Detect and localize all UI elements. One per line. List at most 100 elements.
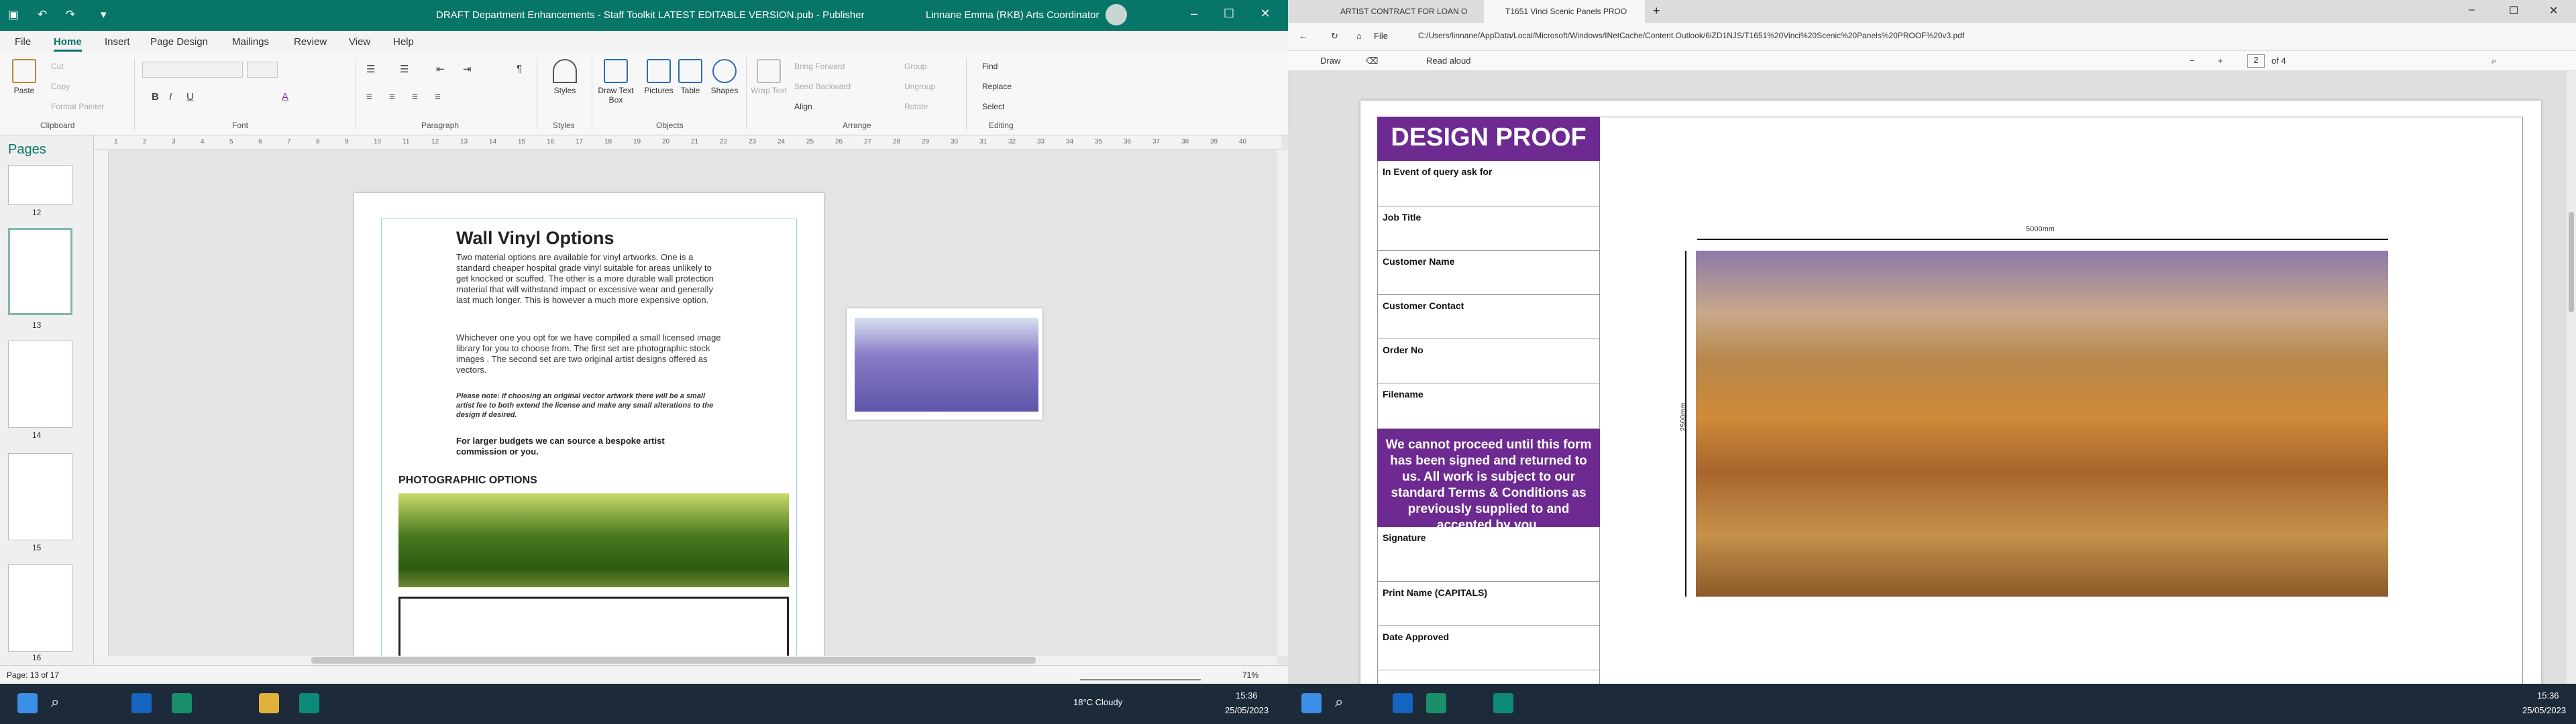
- wrap-text-button[interactable]: Wrap Text: [750, 59, 788, 95]
- url-field[interactable]: C:/Users/linnane/AppData/Local/Microsoft…: [1418, 31, 1964, 40]
- edge-icon[interactable]: [1426, 693, 1446, 713]
- numbering-icon[interactable]: ☰: [400, 63, 409, 75]
- browser-tab[interactable]: ARTIST CONTRACT FOR LOAN O: [1319, 0, 1480, 23]
- tab-mailings[interactable]: Mailings: [232, 36, 269, 48]
- show-formatting-icon[interactable]: ¶: [517, 63, 522, 74]
- tab-file[interactable]: File: [15, 36, 31, 48]
- select-button[interactable]: Select: [982, 102, 1004, 111]
- shapes-button[interactable]: Shapes: [707, 59, 742, 95]
- vertical-scrollbar[interactable]: [2567, 71, 2576, 684]
- zoom-level[interactable]: 71%: [1242, 670, 1258, 680]
- bring-forward-button[interactable]: Bring Forward: [794, 62, 845, 71]
- close-icon[interactable]: ✕: [1252, 7, 1279, 21]
- pictures-button[interactable]: Pictures: [639, 59, 679, 95]
- rotate-button[interactable]: Rotate: [904, 102, 928, 111]
- clock-time[interactable]: 15:36: [2537, 690, 2559, 701]
- page-thumbnail[interactable]: [8, 341, 72, 428]
- outlook-icon[interactable]: [131, 693, 152, 713]
- increase-indent-icon[interactable]: ⇥: [463, 63, 472, 75]
- redo-icon[interactable]: ↷: [66, 8, 75, 21]
- horizontal-scrollbar[interactable]: [94, 656, 1277, 665]
- empty-frame[interactable]: [398, 597, 789, 665]
- page-thumbnail[interactable]: [8, 165, 72, 205]
- tab-review[interactable]: Review: [294, 36, 327, 48]
- maximize-icon[interactable]: ☐: [1216, 7, 1242, 21]
- cut-button[interactable]: Cut: [51, 62, 64, 71]
- vertical-scrollbar[interactable]: [1277, 150, 1288, 656]
- draw-text-box-button[interactable]: Draw Text Box: [596, 59, 636, 105]
- table-button[interactable]: Table: [674, 59, 707, 95]
- font-color-icon[interactable]: A: [282, 91, 288, 103]
- zoom-slider[interactable]: [1080, 668, 1201, 680]
- doc-note[interactable]: Please note: if choosing an original vec…: [456, 391, 724, 420]
- tab-insert[interactable]: Insert: [105, 36, 130, 48]
- page-thumbnail[interactable]: [8, 564, 72, 652]
- avatar[interactable]: [1106, 4, 1127, 25]
- edge-icon[interactable]: [172, 693, 192, 713]
- page-number-field[interactable]: 2: [2247, 54, 2265, 68]
- lavender-image[interactable]: [855, 318, 1038, 412]
- font-name-field[interactable]: [142, 62, 243, 78]
- save-icon[interactable]: ▣: [8, 8, 19, 21]
- eraser-icon[interactable]: ⌫: [1366, 56, 1378, 66]
- back-icon[interactable]: ←: [1299, 31, 1307, 41]
- undo-icon[interactable]: ↶: [38, 8, 47, 21]
- search-icon[interactable]: ⌕: [51, 693, 71, 713]
- underline-icon[interactable]: U: [186, 91, 194, 103]
- refresh-icon[interactable]: ↻: [1331, 31, 1338, 42]
- tab-home[interactable]: Home: [54, 36, 82, 52]
- search-icon[interactable]: ⌕: [2491, 56, 2496, 66]
- customize-qat-icon[interactable]: ▾: [101, 8, 107, 21]
- send-backward-button[interactable]: Send Backward: [794, 82, 851, 91]
- scroll-thumb[interactable]: [2569, 212, 2574, 312]
- font-size-field[interactable]: [247, 62, 278, 78]
- minimize-icon[interactable]: –: [2469, 4, 2475, 16]
- new-tab-icon[interactable]: +: [1653, 4, 1660, 18]
- close-icon[interactable]: ✕: [2549, 4, 2558, 17]
- clock-date[interactable]: 25/05/2023: [2522, 705, 2566, 715]
- page-indicator[interactable]: Page: 13 of 17: [7, 670, 59, 680]
- start-icon[interactable]: [17, 693, 38, 713]
- group-button[interactable]: Group: [904, 62, 926, 71]
- draw-button[interactable]: Draw: [1320, 56, 1340, 66]
- outlook-icon[interactable]: [1393, 693, 1413, 713]
- align-right-icon[interactable]: ≡: [412, 91, 418, 103]
- bold-icon[interactable]: B: [152, 91, 159, 103]
- replace-button[interactable]: Replace: [982, 82, 1012, 91]
- italic-icon[interactable]: I: [169, 91, 172, 103]
- forest-photo[interactable]: [398, 493, 789, 587]
- publisher-icon[interactable]: [1493, 693, 1513, 713]
- find-button[interactable]: Find: [982, 62, 998, 71]
- weather[interactable]: 18°C Cloudy: [1073, 697, 1122, 707]
- minimize-icon[interactable]: –: [1181, 7, 1208, 21]
- copy-button[interactable]: Copy: [51, 82, 70, 91]
- doc-paragraph-2[interactable]: Whichever one you opt for we have compil…: [456, 333, 724, 375]
- bullets-icon[interactable]: ☰: [366, 63, 375, 75]
- zoom-out-icon[interactable]: −: [2190, 56, 2195, 66]
- scroll-thumb[interactable]: [311, 657, 1036, 664]
- clock-date[interactable]: 25/05/2023: [1225, 705, 1269, 715]
- tab-page-design[interactable]: Page Design: [150, 36, 208, 48]
- tab-help[interactable]: Help: [393, 36, 414, 48]
- doc-heading[interactable]: Wall Vinyl Options: [456, 228, 738, 249]
- align-button[interactable]: Align: [794, 102, 812, 111]
- format-painter-button[interactable]: Format Painter: [51, 102, 104, 111]
- decrease-indent-icon[interactable]: ⇤: [436, 63, 445, 75]
- home-icon[interactable]: ⌂: [1356, 31, 1362, 41]
- start-icon[interactable]: [1301, 693, 1322, 713]
- zoom-in-icon[interactable]: +: [2218, 56, 2223, 66]
- paste-button[interactable]: Paste: [8, 59, 40, 95]
- styles-button[interactable]: Styles: [545, 59, 585, 95]
- search-icon[interactable]: ⌕: [1335, 693, 1355, 713]
- page-thumbnail[interactable]: [8, 453, 72, 540]
- doc-paragraph-1[interactable]: Two material options are available for v…: [456, 252, 724, 306]
- doc-bold-text[interactable]: For larger budgets we can source a bespo…: [456, 436, 711, 457]
- clock-time[interactable]: 15:36: [1236, 690, 1258, 701]
- read-aloud-button[interactable]: Read aloud: [1426, 56, 1471, 66]
- publisher-icon[interactable]: [299, 693, 319, 713]
- page-thumbnail-selected[interactable]: [8, 228, 72, 315]
- tab-view[interactable]: View: [349, 36, 370, 48]
- justify-icon[interactable]: ≡: [435, 91, 441, 103]
- browser-tab-active[interactable]: T1651 Vinci Scenic Panels PROO: [1484, 0, 1645, 23]
- align-left-icon[interactable]: ≡: [366, 91, 372, 103]
